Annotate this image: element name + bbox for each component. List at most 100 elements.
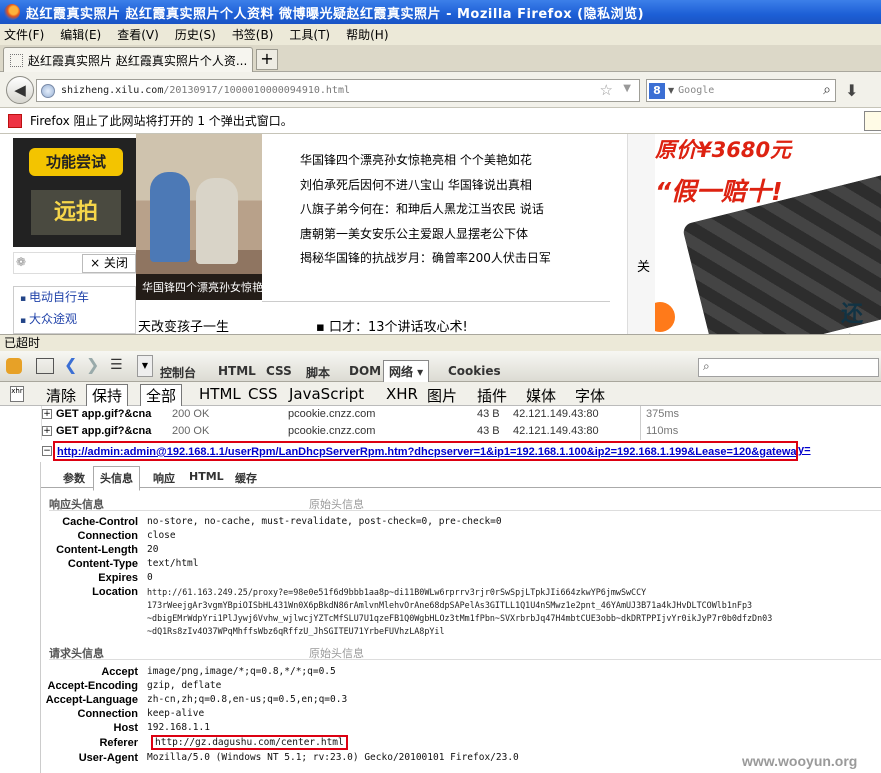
side-link[interactable]: 电动自行车 (14, 287, 135, 309)
filter-javascript-button[interactable]: JavaScript (289, 385, 364, 403)
filter-all-button[interactable]: 全部 (140, 384, 183, 407)
highlighted-request-url[interactable]: http://admin:admin@192.168.1.1/userRpm/L… (53, 441, 798, 461)
close-ad-bar: ❁ × 关闭 (13, 252, 136, 274)
expand-icon[interactable]: + (42, 426, 52, 436)
filter-fonts-button[interactable]: 字体 (575, 385, 605, 406)
inspect-element-icon[interactable] (36, 358, 54, 374)
firebug-icon[interactable] (6, 358, 22, 374)
forward-icon[interactable]: ❯ (86, 355, 99, 374)
request-size: 43 B (477, 408, 500, 420)
filter-images-button[interactable]: 图片 (427, 385, 457, 406)
tab-dom[interactable]: DOM (349, 364, 381, 378)
header-row: Referer http://gz.dagushu.com/center.htm… (41, 735, 881, 751)
browser-tab[interactable]: 赵红霞真实照片 赵红霞真实照片个人资... (3, 47, 253, 72)
bookmark-star-icon[interactable]: ☆ (600, 81, 613, 99)
tab-label: 赵红霞真实照片 赵红霞真实照片个人资... (28, 53, 248, 68)
url-text[interactable]: shizheng.xilu.com/20130917/1000010000094… (61, 85, 350, 96)
collapse-icon[interactable]: − (42, 446, 52, 456)
tab-cache[interactable]: 缓存 (235, 470, 257, 486)
tab-html[interactable]: HTML (218, 364, 256, 378)
tab-css[interactable]: CSS (266, 364, 292, 378)
firebug-search-input[interactable]: ⌕ (698, 358, 879, 377)
headline-link[interactable]: 八旗子弟今何在：和珅后人黑龙江当农民 说话 (300, 197, 600, 222)
header-name: Accept-Language (45, 694, 138, 706)
ad-more: 还有 (841, 302, 864, 327)
expand-icon[interactable]: + (42, 409, 52, 419)
headline-link[interactable]: 刘伯承死后因何不进八宝山 华国锋说出真相 (300, 173, 600, 198)
url-bar[interactable]: shizheng.xilu.com/20130917/1000010000094… (36, 79, 640, 102)
url-history-dropdown-icon[interactable]: ▼ (623, 83, 631, 94)
header-value: text/html (147, 558, 199, 569)
request-url-link[interactable]: http://admin:admin@192.168.1.1/userRpm/L… (57, 446, 796, 458)
menu-help[interactable]: 帮助(H) (346, 26, 388, 43)
request-url-overflow[interactable]: y= (798, 444, 811, 456)
open-request-row[interactable]: − http://admin:admin@192.168.1.1/userRpm… (0, 440, 881, 462)
news-photo[interactable]: 华国锋四个漂亮孙女惊艳亮相 个个 (136, 134, 262, 300)
site-identity-icon[interactable] (41, 83, 55, 98)
promo-ad[interactable]: 功能尝试 远拍 (13, 138, 136, 247)
tab-response[interactable]: 响应 (153, 470, 175, 486)
filter-css-button[interactable]: CSS (248, 385, 278, 403)
search-input[interactable]: Google (678, 85, 714, 96)
tab-params[interactable]: 参数 (63, 470, 85, 486)
tab-headers[interactable]: 头信息 (93, 466, 140, 491)
ad-price: 原价¥3680元 (655, 138, 792, 162)
headline-link[interactable]: 揭秘华国锋的抗战岁月：确曾率200人伏击日军 (300, 246, 600, 271)
menu-edit[interactable]: 编辑(E) (60, 26, 101, 43)
header-value: zh-cn,zh;q=0.8,en-us;q=0.5,en;q=0.3 (147, 694, 348, 705)
location-value: http://61.163.249.25/proxy?e=98e0e51f6d9… (147, 586, 881, 638)
back-button[interactable]: ◀ (6, 76, 34, 104)
dropdown-icon[interactable]: ▼ (137, 355, 153, 377)
filter-plugins-button[interactable]: 插件 (477, 385, 507, 406)
close-ad-button[interactable]: × 关闭 (82, 254, 136, 273)
tab-script[interactable]: 脚本 (306, 364, 330, 381)
bottom-link[interactable]: 天改变孩子一生 (138, 320, 229, 334)
request-label[interactable]: GET app.gif?&cna (56, 425, 151, 437)
promo-badge: 功能尝试 (29, 148, 123, 176)
headline-link[interactable]: 唐朝第一美女安乐公主爱跟人显摆老公下体 (300, 222, 600, 247)
popup-options-button[interactable] (864, 111, 881, 131)
filter-html-button[interactable]: HTML (199, 385, 241, 403)
search-engine-icon[interactable]: 8 (649, 82, 665, 99)
tab-console[interactable]: 控制台 (160, 364, 196, 381)
clear-button[interactable]: 清除 (46, 385, 76, 406)
search-bar[interactable]: 8 ▼ Google ⌕ (646, 79, 836, 102)
table-row[interactable]: + GET app.gif?&cna 200 OK pcookie.cnzz.c… (0, 406, 881, 423)
window-titlebar: 赵红霞真实照片 赵红霞真实照片个人资料 微博曝光疑赵红霞真实照片 - Mozil… (0, 0, 881, 24)
header-name: Accept (101, 666, 138, 678)
request-domain: pcookie.cnzz.com (288, 408, 376, 420)
firefox-logo-icon (4, 4, 20, 20)
referer-highlight: http://gz.dagushu.com/center.html (151, 735, 348, 750)
side-link[interactable]: 大众途观 (14, 309, 135, 331)
wallet-ad[interactable]: 原价¥3680元 “假一赔十! 还有 (655, 134, 881, 334)
request-time: 110ms (640, 423, 760, 440)
header-row: Host 192.168.1.1 (41, 722, 881, 736)
header-value: 0 (147, 572, 153, 583)
menu-tools[interactable]: 工具(T) (289, 26, 330, 43)
photo-caption[interactable]: 华国锋四个漂亮孙女惊艳亮相 个个 (136, 274, 262, 300)
menu-history[interactable]: 历史(S) (175, 26, 216, 43)
filter-xhr-button[interactable]: XHR (386, 385, 418, 403)
download-icon[interactable]: ⬇ (845, 81, 858, 100)
net-panel-icon[interactable]: xhr (10, 386, 24, 402)
persist-button[interactable]: 保持 (86, 384, 129, 407)
popup-blocked-bar: Firefox 阻止了此网站将打开的 1 个弹出式窗口。 (0, 108, 881, 134)
headline-link[interactable]: 华国锋四个漂亮孙女惊艳亮相 个个美艳如花 (300, 148, 600, 173)
menu-bookmarks[interactable]: 书签(B) (232, 26, 274, 43)
back-icon[interactable]: ❮ (64, 355, 77, 374)
menu-view[interactable]: 查看(V) (117, 26, 159, 43)
request-label[interactable]: GET app.gif?&cna (56, 408, 151, 420)
new-tab-button[interactable]: + (256, 49, 278, 70)
menu-icon[interactable]: ☰ (110, 357, 123, 373)
header-value: gzip, deflate (147, 680, 222, 691)
search-icon[interactable]: ⌕ (823, 82, 831, 98)
filter-media-button[interactable]: 媒体 (526, 385, 556, 406)
table-row[interactable]: + GET app.gif?&cna 200 OK pcookie.cnzz.c… (0, 423, 881, 440)
location-line: 173rWeejgAr3vgmYBpiOISbHL431Wn0X6pBkdN86… (147, 600, 753, 610)
search-engine-dropdown-icon[interactable]: ▼ (668, 86, 674, 95)
detail-tabs: 参数 头信息 响应 HTML 缓存 (41, 462, 881, 491)
menu-file[interactable]: 文件(F) (4, 26, 44, 43)
bottom-link[interactable]: ▪ 口才：13个讲话攻心术! (316, 316, 468, 334)
tab-cookies[interactable]: Cookies (448, 364, 501, 378)
tab-detail-html[interactable]: HTML (189, 470, 224, 483)
